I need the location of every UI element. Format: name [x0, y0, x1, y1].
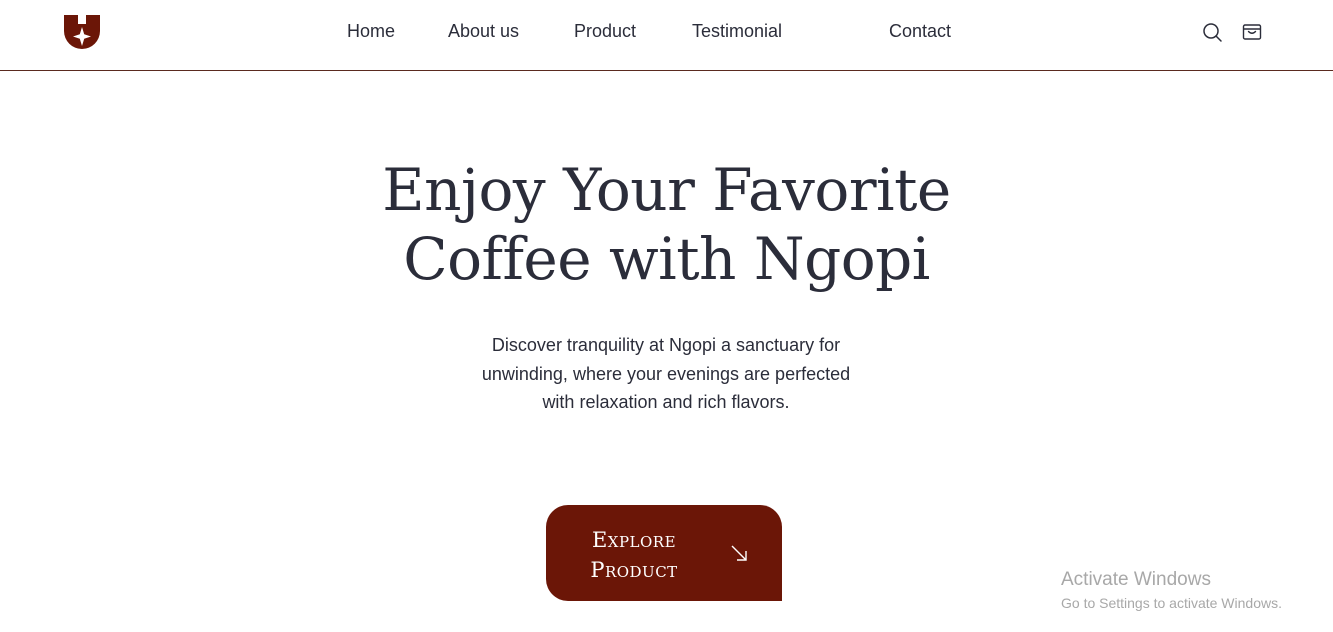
hero-title-line-1: Enjoy Your Favorite: [382, 156, 951, 224]
watermark-subtitle: Go to Settings to activate Windows.: [1061, 595, 1282, 611]
nav-home[interactable]: Home: [347, 21, 395, 42]
nav-product[interactable]: Product: [574, 21, 636, 42]
search-icon[interactable]: [1201, 21, 1223, 43]
hero-title-line-2: Coffee with Ngopi: [403, 225, 930, 293]
explore-product-label: Explore Product: [580, 525, 688, 585]
hero-description: Discover tranquility at Ngopi a sanctuar…: [481, 335, 851, 412]
arrow-down-right-icon: [731, 545, 747, 561]
explore-product-button[interactable]: Explore Product: [546, 505, 782, 601]
cta-label-line-1: Explore: [591, 528, 677, 552]
windows-activation-watermark: Activate Windows Go to Settings to activ…: [1061, 568, 1282, 614]
nav-about-us[interactable]: About us: [448, 21, 519, 42]
hero-title: Enjoy Your Favorite Coffee with Ngopi: [0, 156, 1333, 294]
landing-page: Home About us Product Testimonial Contac…: [0, 0, 1333, 632]
watermark-title: Activate Windows: [1061, 569, 1211, 590]
nav-testimonial[interactable]: Testimonial: [692, 21, 782, 42]
cart-icon[interactable]: [1241, 21, 1263, 43]
site-header: Home About us Product Testimonial Contac…: [0, 0, 1333, 71]
cta-label-line-2: Product: [590, 558, 678, 582]
nav-contact[interactable]: Contact: [889, 21, 951, 42]
logo-icon[interactable]: [63, 14, 101, 50]
